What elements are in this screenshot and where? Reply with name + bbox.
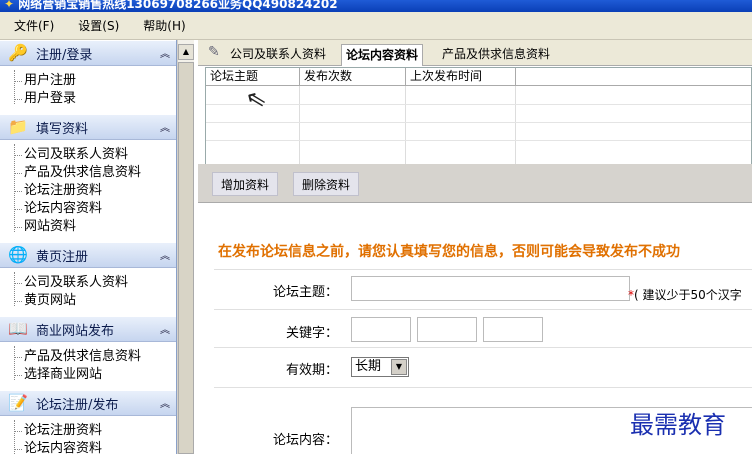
scroll-thumb[interactable] <box>178 62 194 454</box>
add-record-button[interactable]: 增加资料 <box>212 172 279 196</box>
sidebar-section-register-login[interactable]: 🔑 注册/登录 ︽ <box>0 40 176 66</box>
menu-bar: 文件(F) 设置(S) 帮助(H) <box>0 12 752 40</box>
globe-icon: 🌐 <box>8 245 28 264</box>
topic-input[interactable] <box>351 276 630 301</box>
action-toolbar: 增加资料 删除资料 <box>198 164 752 202</box>
tab-product-supply[interactable]: 产品及供求信息资料 <box>438 44 554 66</box>
collapse-icon[interactable]: ︽ <box>160 45 170 60</box>
watermark: 最需教育 <box>630 411 726 439</box>
sidebar-item-product-supply[interactable]: 产品及供求信息资料 <box>12 164 176 182</box>
topic-label: 论坛主题： <box>272 285 338 300</box>
sidebar: 🔑 注册/登录 ︽ 用户注册 用户登录 📁 填写资料 ︽ 公司及联系人资料 产品… <box>0 40 177 454</box>
table-row[interactable] <box>206 122 751 123</box>
section-title: 注册/登录 <box>36 47 93 63</box>
main-panel: ✎ 公司及联系人资料 论坛内容资料 产品及供求信息资料 论坛主题 发布次数 上次… <box>198 40 752 454</box>
window-title-bar: ✦ 网络营销宝销售热线13069708266业务QQ490824202 <box>0 0 752 12</box>
column-header-topic[interactable]: 论坛主题 <box>206 68 300 86</box>
sidebar-item-product-supply[interactable]: 产品及供求信息资料 <box>12 348 176 366</box>
section-items: 论坛注册资料 论坛内容资料 <box>0 416 176 454</box>
tab-forum-content[interactable]: 论坛内容资料 <box>341 44 424 66</box>
validity-label: 有效期： <box>285 363 338 378</box>
tab-company-contact[interactable]: 公司及联系人资料 <box>226 44 330 66</box>
validity-value: 长期 <box>355 359 382 374</box>
table-row[interactable] <box>206 140 751 141</box>
sidebar-item-company-contact[interactable]: 公司及联系人资料 <box>12 146 176 164</box>
column-header-publish-count[interactable]: 发布次数 <box>300 68 406 86</box>
table-row[interactable] <box>206 104 751 105</box>
book-icon: 📖 <box>8 319 28 338</box>
form-divider <box>214 387 752 388</box>
topic-hint: *( 建议少于50个汉字 <box>628 286 742 303</box>
keyword-input-1[interactable] <box>351 317 411 342</box>
column-divider <box>515 86 516 164</box>
scroll-up-icon[interactable]: ▲ <box>178 44 194 60</box>
delete-record-button[interactable]: 删除资料 <box>293 172 360 196</box>
dropdown-arrow-icon[interactable]: ▼ <box>391 359 407 375</box>
sidebar-section-yellow-pages[interactable]: 🌐 黄页注册 ︽ <box>0 242 176 268</box>
form-divider <box>214 347 752 348</box>
key-icon: 🔑 <box>8 43 28 62</box>
sidebar-item-forum-register[interactable]: 论坛注册资料 <box>12 422 176 440</box>
sidebar-scrollbar[interactable]: ▲ <box>177 40 194 454</box>
folder-icon: 📁 <box>8 117 28 136</box>
tab-bar: ✎ 公司及联系人资料 论坛内容资料 产品及供求信息资料 <box>198 40 752 66</box>
sidebar-item-select-business-site[interactable]: 选择商业网站 <box>12 366 176 384</box>
section-title: 论坛注册/发布 <box>36 397 119 413</box>
menu-help[interactable]: 帮助(H) <box>143 17 185 34</box>
sidebar-item-forum-register[interactable]: 论坛注册资料 <box>12 182 176 200</box>
warning-message: 在发布论坛信息之前，请您认真填写您的信息，否则可能会导致发布不成功 <box>218 244 680 260</box>
section-title: 商业网站发布 <box>36 323 115 339</box>
section-title: 黄页注册 <box>36 249 89 265</box>
window-title: 网络营销宝销售热线13069708266业务QQ490824202 <box>18 0 338 11</box>
menu-settings[interactable]: 设置(S) <box>78 17 119 34</box>
topic-hint-text: ( 建议少于50个汉字 <box>634 288 742 302</box>
section-items: 产品及供求信息资料 选择商业网站 <box>0 342 176 390</box>
sidebar-section-business-publish[interactable]: 📖 商业网站发布 ︽ <box>0 316 176 342</box>
form-divider <box>214 309 752 310</box>
forum-content-table[interactable]: 论坛主题 发布次数 上次发布时间 <box>205 67 752 165</box>
keyword-label: 关键字： <box>285 326 338 341</box>
sidebar-section-forum-publish[interactable]: 📝 论坛注册/发布 ︽ <box>0 390 176 416</box>
validity-select[interactable]: 长期 ▼ <box>351 357 409 377</box>
keyword-input-3[interactable] <box>483 317 543 342</box>
sidebar-item-website[interactable]: 网站资料 <box>12 218 176 236</box>
sidebar-item-user-login[interactable]: 用户登录 <box>12 90 176 108</box>
app-icon: ✦ <box>4 0 15 11</box>
notepad-icon: 📝 <box>8 393 28 412</box>
section-items: 用户注册 用户登录 <box>0 66 176 114</box>
collapse-icon[interactable]: ︽ <box>160 321 170 336</box>
sidebar-item-user-register[interactable]: 用户注册 <box>12 72 176 90</box>
section-items: 公司及联系人资料 黄页网站 <box>0 268 176 316</box>
section-items: 公司及联系人资料 产品及供求信息资料 论坛注册资料 论坛内容资料 网站资料 <box>0 140 176 242</box>
collapse-icon[interactable]: ︽ <box>160 247 170 262</box>
sidebar-item-forum-content[interactable]: 论坛内容资料 <box>12 200 176 218</box>
sidebar-item-yellow-page-sites[interactable]: 黄页网站 <box>12 292 176 310</box>
content-label: 论坛内容： <box>272 433 338 448</box>
sidebar-item-company-contact[interactable]: 公司及联系人资料 <box>12 274 176 292</box>
table-header: 论坛主题 发布次数 上次发布时间 <box>206 68 751 86</box>
collapse-icon[interactable]: ︽ <box>160 119 170 134</box>
collapse-icon[interactable]: ︽ <box>160 395 170 410</box>
section-title: 填写资料 <box>36 121 89 137</box>
form-divider <box>214 269 752 270</box>
menu-file[interactable]: 文件(F) <box>14 17 54 34</box>
column-divider <box>299 86 300 164</box>
sidebar-item-forum-content[interactable]: 论坛内容资料 <box>12 440 176 454</box>
column-divider <box>405 86 406 164</box>
keyword-input-2[interactable] <box>417 317 477 342</box>
tab-bar-icon: ✎ <box>208 44 220 60</box>
column-header-last-publish-time[interactable]: 上次发布时间 <box>406 68 516 86</box>
sidebar-section-fill-info[interactable]: 📁 填写资料 ︽ <box>0 114 176 140</box>
